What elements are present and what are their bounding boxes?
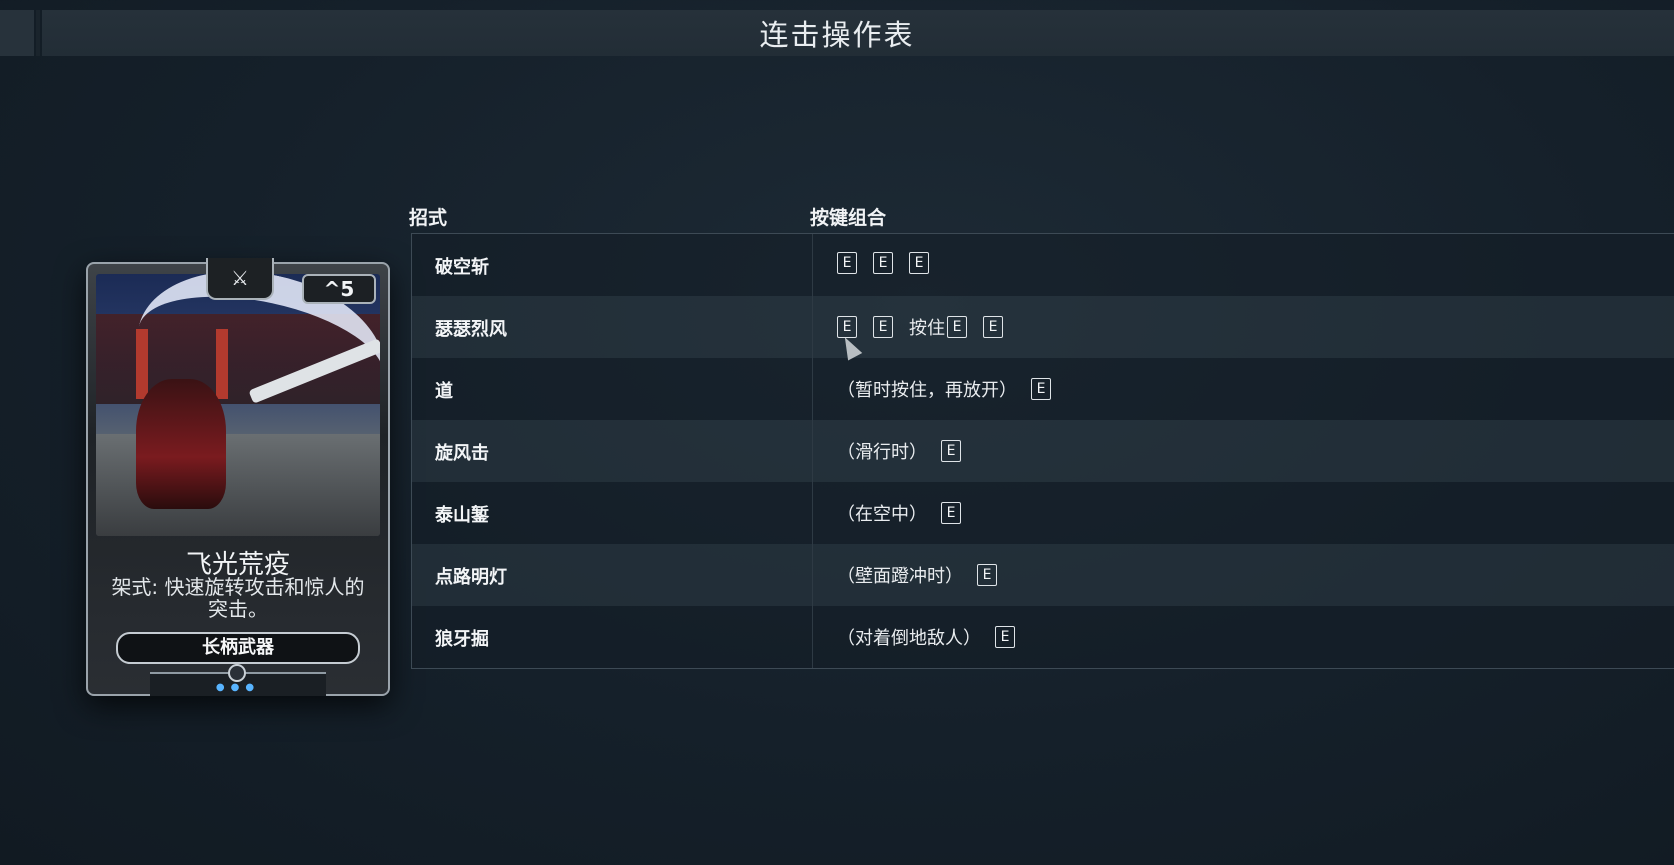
key-e: E	[983, 316, 1003, 338]
column-header-move: 招式	[409, 207, 448, 229]
column-header-keys: 按键组合	[810, 207, 887, 229]
key-e: E	[909, 252, 929, 274]
key-e: E	[977, 564, 997, 586]
hold-label: 按住	[909, 318, 945, 339]
condition-text: （滑行时）	[837, 442, 927, 463]
condition-text: （壁面蹬冲时）	[837, 566, 963, 587]
move-name: 瑟瑟烈风	[435, 319, 507, 340]
column-divider	[812, 296, 813, 358]
table-row: 破空斩 E E E	[412, 234, 1674, 296]
key-combo: （暂时按住，再放开） E	[837, 376, 1067, 402]
key-e: E	[873, 252, 893, 274]
gear-icon	[228, 664, 246, 682]
move-name: 狼牙掘	[435, 629, 489, 650]
condition-text: （暂时按住，再放开）	[837, 380, 1017, 401]
key-combo: （壁面蹬冲时） E	[837, 562, 1013, 588]
move-name: 泰山錾	[435, 505, 489, 526]
key-e: E	[995, 626, 1015, 648]
condition-text: （对着倒地敌人）	[837, 628, 981, 649]
column-divider	[812, 234, 813, 296]
table-row: 瑟瑟烈风 E E 按住 E E	[412, 296, 1674, 358]
art-warrior	[136, 379, 226, 509]
combo-table: 破空斩 E E E 瑟瑟烈风 E E 按住 E E 道 （暂时按住，再放开） E…	[411, 233, 1674, 669]
rank-dots: ●●●	[215, 682, 261, 693]
key-e: E	[947, 316, 967, 338]
key-e: E	[941, 502, 961, 524]
key-combo: （滑行时） E	[837, 438, 977, 464]
page-title: 连击操作表	[759, 18, 915, 52]
card-frame: ⚔ ^5 飞光荒疫 架式: 快速旋转攻击和惊人的突击。 长柄武器 ●●●	[86, 258, 390, 696]
key-e: E	[1031, 378, 1051, 400]
key-e: E	[873, 316, 893, 338]
key-e: E	[837, 252, 857, 274]
column-divider	[812, 420, 813, 482]
polarity-icon: ⚔	[206, 258, 274, 300]
table-row: 点路明灯 （壁面蹬冲时） E	[412, 544, 1674, 606]
mod-rank-badge: ^5	[302, 274, 376, 304]
key-combo: （对着倒地敌人） E	[837, 624, 1031, 650]
column-divider	[812, 482, 813, 544]
column-divider	[812, 544, 813, 606]
key-combo: （在空中） E	[837, 500, 977, 526]
table-row: 狼牙掘 （对着倒地敌人） E	[412, 606, 1674, 668]
column-divider	[812, 358, 813, 420]
card-artwork	[96, 274, 380, 536]
table-row: 泰山錾 （在空中） E	[412, 482, 1674, 544]
column-divider	[812, 606, 813, 668]
stance-mod-card[interactable]: ⚔ ^5 飞光荒疫 架式: 快速旋转攻击和惊人的突击。 长柄武器 ●●●	[86, 258, 390, 702]
condition-text: （在空中）	[837, 504, 927, 525]
mod-type-label: 长柄武器	[116, 632, 360, 664]
top-bar: 连击操作表	[0, 4, 1674, 56]
table-row: 道 （暂时按住，再放开） E	[412, 358, 1674, 420]
move-name: 道	[435, 381, 453, 402]
mod-description: 架式: 快速旋转攻击和惊人的突击。	[111, 575, 365, 621]
move-name: 破空斩	[435, 257, 489, 278]
key-e: E	[941, 440, 961, 462]
key-combo: E E 按住 E E	[837, 314, 1019, 340]
move-name: 点路明灯	[435, 567, 507, 588]
table-row: 旋风击 （滑行时） E	[412, 420, 1674, 482]
key-combo: E E E	[837, 252, 945, 274]
move-name: 旋风击	[435, 443, 489, 464]
